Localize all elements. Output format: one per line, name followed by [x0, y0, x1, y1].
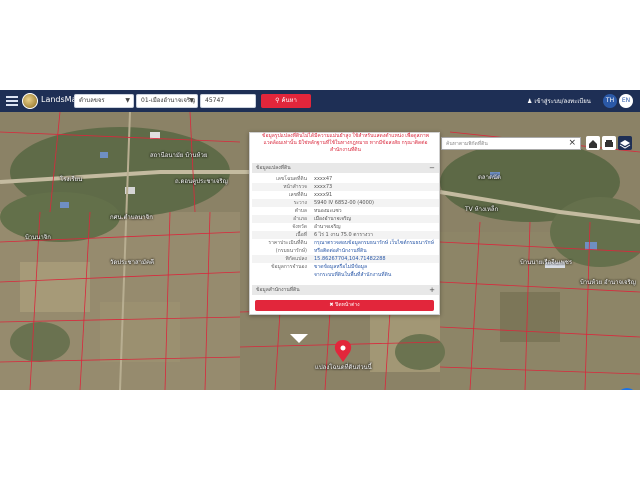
login-link[interactable]: ♟ เข้าสู่ระบบ/ลงทะเบียน — [527, 96, 591, 106]
office-section-title: ข้อมูลสำนักงานที่ดิน — [256, 287, 300, 293]
place-label: บ้านนายเรือจีนเพชร — [520, 259, 573, 266]
place-label: วัดประชาสามัคคี — [110, 259, 154, 266]
row-value: หรือติดต่อสำนักงานที่ดิน — [314, 248, 367, 254]
chevron-down-icon: ▼ — [189, 97, 194, 104]
search-icon: ⚲ — [275, 97, 280, 104]
close-popup-button[interactable]: ✖ ปิดหน้าต่าง — [255, 300, 434, 311]
treasury-link[interactable]: กรุณาตรวจสอบข้อมูลกรมธนารักษ์ เว็บไซต์กร… — [314, 239, 434, 247]
row-label: หน้าสำรวจ — [283, 184, 307, 190]
place-label: TV ห้างเหล็ก — [465, 206, 499, 213]
info-row: ราคาประเมินที่ดิน กรุณาตรวจสอบข้อมูลกรมธน… — [252, 239, 439, 247]
chevron-down-icon: ▼ — [125, 97, 130, 104]
row-value: 6 ไร่ 1 งาน 75.0 ตารางวา — [314, 232, 373, 238]
row-label: (กรมธนารักษ์) — [275, 248, 307, 254]
info-row: จากระบบที่ดินในพื้นที่สำนักงานที่ดิน — [252, 271, 439, 279]
office-section-header[interactable]: ข้อมูลสำนักงานที่ดิน + — [252, 285, 439, 295]
row-value: จากระบบที่ดินในพื้นที่สำนักงานที่ดิน — [314, 272, 392, 278]
place-label: ตลาดนัด — [478, 174, 501, 181]
info-row: เลขโฉนดที่ดิน xxxx47 — [252, 175, 439, 183]
row-label: ข้อมูลการจำนอง — [271, 264, 307, 270]
row-value: หนองมะแซว — [314, 208, 342, 214]
row-label: เนื้อที่ — [295, 232, 307, 238]
home-icon[interactable] — [586, 136, 600, 150]
place-label: ถ.ดอนคูประชาเจริญ — [175, 178, 228, 185]
place-label: กศน.ตำบลนาจิก — [110, 214, 153, 221]
district-select-value: 01-เมืองอำนาจเจริญ — [141, 97, 196, 104]
info-row: ระวาง 5940 IV 6852-00 (4000) — [252, 199, 439, 207]
row-label: ตำบล — [294, 208, 307, 214]
parcel-section-header[interactable]: ข้อมูลแปลงที่ดิน − — [252, 163, 439, 173]
row-label: เลขที่ดิน — [288, 192, 307, 198]
info-row: เลขที่ดิน xxxx91 — [252, 191, 439, 199]
print-icon[interactable] — [602, 136, 616, 150]
subdistrict-select[interactable]: ตำบลขจร ▼ — [74, 94, 134, 108]
parcel-info-popup: ข้อมูลรูปแปลงที่ดินไม่ได้มีความแม่นยำสูง… — [249, 132, 440, 315]
user-icon: ♟ — [527, 98, 533, 105]
row-label: ราคาประเมินที่ดิน — [268, 240, 307, 246]
map-search-placeholder: ค้นหาตามพิกัดที่ดิน — [446, 141, 488, 147]
info-row: จังหวัด อำนาจเจริญ — [252, 223, 439, 231]
expand-icon: + — [429, 286, 435, 294]
search-button[interactable]: ⚲ ค้นหา — [261, 94, 311, 108]
row-value: ขาดข้อมูลหรือไม่มีข้อมูล — [314, 264, 368, 270]
info-row: ข้อมูลการจำนอง ขาดข้อมูลหรือไม่มีข้อมูล — [252, 263, 439, 271]
login-label: เข้าสู่ระบบ/ลงทะเบียน — [534, 98, 591, 105]
place-label: บ้านห้วย อำนาจเจริญ — [580, 279, 636, 286]
place-label: บ้านนาจิก — [25, 234, 51, 241]
search-button-label: ค้นหา — [281, 97, 297, 104]
row-value: xxxx73 — [314, 184, 333, 190]
place-label: สถานีอนามัย บ้านห้วย — [150, 152, 208, 159]
row-label: พิกัดแปลง — [285, 256, 307, 262]
parcel-pin-label: แปลงโฉนดที่ดินส่วนนี้ — [315, 364, 372, 371]
app-frame: LandsMaps ตำบลขจร ▼ 01-เมืองอำนาจเจริญ ▼… — [0, 90, 640, 390]
coordinates-link[interactable]: 15.86267704,104.71482288 — [314, 255, 386, 263]
subdistrict-select-value: ตำบลขจร — [79, 97, 105, 104]
row-value: 5940 IV 6852-00 (4000) — [314, 200, 374, 206]
row-value: xxxx91 — [314, 192, 333, 198]
menu-icon[interactable] — [6, 96, 18, 106]
row-label: จังหวัด — [292, 224, 307, 230]
disclaimer-text: ข้อมูลรูปแปลงที่ดินไม่ได้มีความแม่นยำสูง… — [262, 133, 429, 153]
info-row: หน้าสำรวจ xxxx73 — [252, 183, 439, 191]
row-label: ระวาง — [293, 200, 307, 206]
info-row: เนื้อที่ 6 ไร่ 1 งาน 75.0 ตารางวา — [252, 231, 439, 239]
parcel-number-input[interactable]: 45747 — [200, 94, 256, 108]
lang-en-button[interactable]: EN — [619, 94, 633, 108]
popup-pointer — [290, 334, 308, 343]
row-value: เมืองอำนาจเจริญ — [314, 216, 351, 222]
close-icon[interactable]: × — [568, 137, 576, 149]
map-canvas[interactable]: สถานีอนามัย บ้านห้วย ถ.ดอนคูประชาเจริญ โ… — [0, 112, 640, 390]
info-row: (กรมธนารักษ์) หรือติดต่อสำนักงานที่ดิน — [252, 247, 439, 255]
district-select[interactable]: 01-เมืองอำนาจเจริญ ▼ — [136, 94, 198, 108]
layers-icon[interactable] — [618, 136, 632, 150]
collapse-icon: − — [429, 164, 435, 172]
place-label: โรงเรียน — [60, 176, 83, 183]
row-value: xxxx47 — [314, 176, 333, 182]
row-label: เลขโฉนดที่ดิน — [276, 176, 307, 182]
logo-icon — [22, 93, 38, 109]
row-label: อำเภอ — [293, 216, 307, 222]
map-search-input[interactable]: ค้นหาตามพิกัดที่ดิน × — [441, 137, 581, 150]
lang-th-button[interactable]: TH — [603, 94, 617, 108]
info-row: ตำบล หนองมะแซว — [252, 207, 439, 215]
info-row: พิกัดแปลง 15.86267704,104.71482288 — [252, 255, 439, 263]
top-bar: LandsMaps ตำบลขจร ▼ 01-เมืองอำนาจเจริญ ▼… — [0, 90, 640, 112]
info-row: อำเภอ เมืองอำนาจเจริญ — [252, 215, 439, 223]
row-value: อำนาจเจริญ — [314, 224, 341, 230]
parcel-section-title: ข้อมูลแปลงที่ดิน — [256, 165, 291, 171]
